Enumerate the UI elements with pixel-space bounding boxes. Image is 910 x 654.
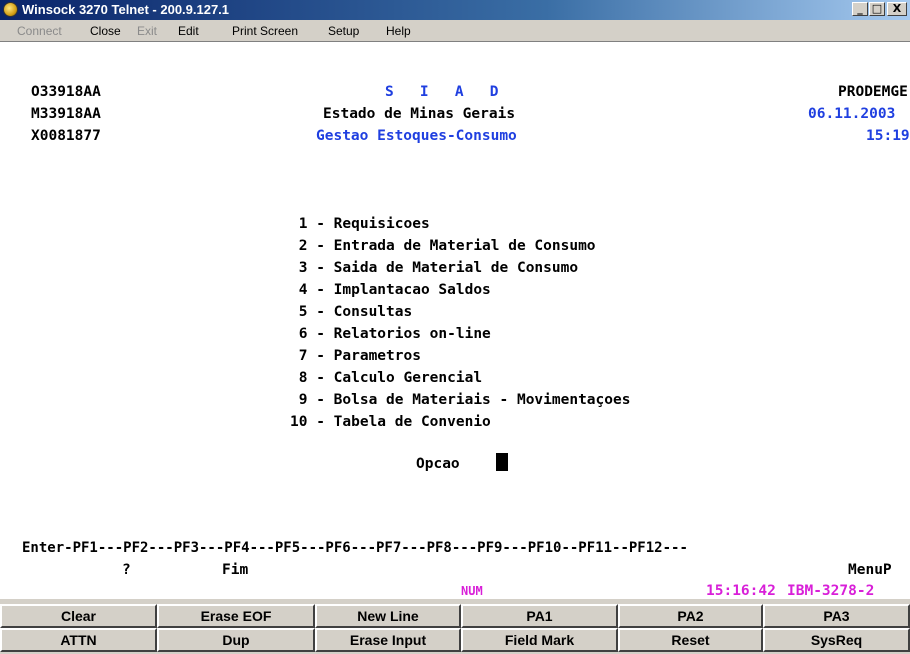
- menu-option: 6 - Relatorios on-line: [290, 326, 491, 342]
- option-input-cursor[interactable]: [496, 453, 508, 471]
- minimize-button[interactable]: _: [852, 2, 868, 16]
- terminal-id: O33918AA: [31, 84, 101, 100]
- erase-eof-button[interactable]: Erase EOF: [157, 604, 315, 628]
- menu-setup[interactable]: Setup: [328, 24, 359, 38]
- menu-option: 1 - Requisicoes: [290, 216, 430, 232]
- attn-button[interactable]: ATTN: [0, 628, 157, 652]
- menu-option: 4 - Implantacao Saldos: [290, 282, 491, 298]
- menu-exit[interactable]: Exit: [137, 24, 157, 38]
- close-button[interactable]: X: [887, 2, 907, 16]
- menu-option: 7 - Parametros: [290, 348, 421, 364]
- organization: PRODEMGE: [838, 84, 908, 100]
- screen-date: 06.11.2003: [808, 106, 896, 122]
- dup-button[interactable]: Dup: [157, 628, 315, 652]
- state-name: Estado de Minas Gerais: [323, 106, 516, 122]
- option-prompt: Opcao: [416, 456, 460, 472]
- menu-help[interactable]: Help: [386, 24, 411, 38]
- keypad: Clear Erase EOF New Line PA1 PA2 PA3 ATT…: [0, 599, 910, 654]
- pa2-button[interactable]: PA2: [618, 604, 763, 628]
- screen-time: 15:19: [866, 128, 910, 144]
- user-id: X0081877: [31, 128, 101, 144]
- menu-option: 9 - Bolsa de Materiais - Movimentaçoes: [290, 392, 631, 408]
- menu-connect[interactable]: Connect: [17, 24, 62, 38]
- menu-print-screen[interactable]: Print Screen: [232, 24, 298, 38]
- pf1-label: ?: [122, 562, 131, 578]
- maximize-button[interactable]: □: [869, 2, 885, 16]
- num-lock-indicator: NUM: [461, 584, 483, 598]
- status-clock: 15:16:42: [706, 583, 776, 599]
- menu-bar: Connect Close Exit Edit Print Screen Set…: [0, 20, 910, 42]
- pa1-button[interactable]: PA1: [461, 604, 618, 628]
- field-mark-button[interactable]: Field Mark: [461, 628, 618, 652]
- menu-option: 3 - Saida de Material de Consumo: [290, 260, 579, 276]
- erase-input-button[interactable]: Erase Input: [315, 628, 461, 652]
- terminal-model: IBM-3278-2: [787, 583, 875, 599]
- pf3-label: Fim: [222, 562, 249, 578]
- system-name: S I A D: [385, 84, 499, 100]
- screen-subtitle: Gestao Estoques-Consumo: [316, 128, 517, 144]
- menu-option: 2 - Entrada de Material de Consumo: [290, 238, 596, 254]
- menu-option: 10 - Tabela de Convenio: [290, 414, 491, 430]
- clear-button[interactable]: Clear: [0, 604, 157, 628]
- pf-key-line: Enter-PF1---PF2---PF3---PF4---PF5---PF6-…: [22, 540, 688, 556]
- menu-option: 5 - Consultas: [290, 304, 413, 320]
- title-bar[interactable]: Winsock 3270 Telnet - 200.9.127.1 _ □ X: [0, 0, 910, 20]
- menu-option: 8 - Calculo Gerencial: [290, 370, 483, 386]
- menu-edit[interactable]: Edit: [178, 24, 199, 38]
- window-title: Winsock 3270 Telnet - 200.9.127.1: [22, 2, 230, 17]
- menu-close[interactable]: Close: [90, 24, 121, 38]
- terminal-screen[interactable]: O33918AA M33918AA X0081877 S I A D Estad…: [0, 42, 910, 599]
- screen-id: MenuP: [848, 562, 892, 578]
- sysreq-button[interactable]: SysReq: [763, 628, 910, 652]
- app-icon[interactable]: [3, 2, 18, 17]
- new-line-button[interactable]: New Line: [315, 604, 461, 628]
- reset-button[interactable]: Reset: [618, 628, 763, 652]
- pa3-button[interactable]: PA3: [763, 604, 910, 628]
- printer-id: M33918AA: [31, 106, 101, 122]
